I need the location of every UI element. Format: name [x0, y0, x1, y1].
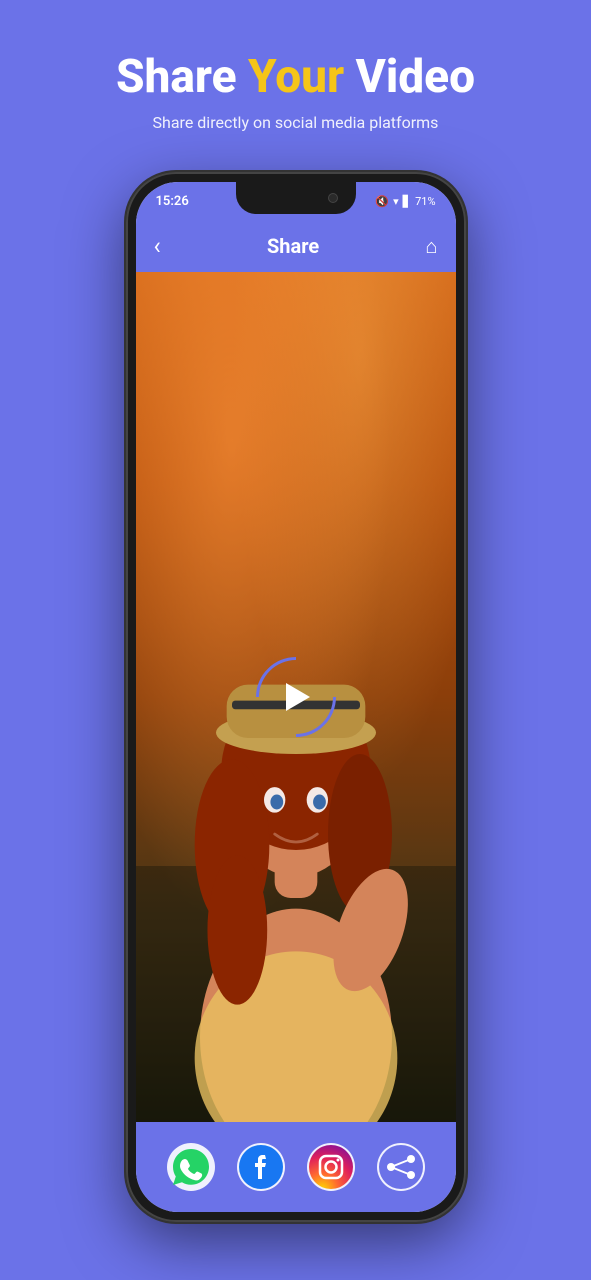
wifi-icon: ▾	[393, 195, 399, 208]
camera-dot	[328, 193, 338, 203]
page-title: Share Your Video	[116, 50, 475, 105]
instagram-icon	[305, 1141, 357, 1193]
whatsapp-icon: 💬	[165, 1141, 217, 1193]
battery-text: 71%	[415, 195, 435, 208]
status-bar: 15:26 🔇 ▾ ▋ 71%	[136, 182, 456, 220]
mute-icon: 🔇	[375, 195, 389, 208]
home-button[interactable]: ⌂	[425, 234, 437, 259]
status-icons: 🔇 ▾ ▋ 71%	[375, 195, 435, 208]
play-circle	[239, 641, 352, 754]
share-bar: 💬	[136, 1122, 456, 1212]
phone-mockup: 15:26 🔇 ▾ ▋ 71% ‹ Share ⌂	[126, 172, 466, 1222]
title-highlight: Your	[248, 50, 344, 104]
phone-frame: 15:26 🔇 ▾ ▋ 71% ‹ Share ⌂	[126, 172, 466, 1222]
general-share-button[interactable]	[371, 1137, 431, 1197]
facebook-share-button[interactable]	[231, 1137, 291, 1197]
whatsapp-share-button[interactable]: 💬	[161, 1137, 221, 1197]
app-bar-title: Share	[267, 234, 319, 258]
title-part1: Share	[116, 50, 248, 104]
phone-screen: 15:26 🔇 ▾ ▋ 71% ‹ Share ⌂	[136, 182, 456, 1212]
signal-icon: ▋	[403, 195, 411, 208]
instagram-share-button[interactable]	[301, 1137, 361, 1197]
title-part2: Video	[344, 50, 475, 104]
status-time: 15:26	[156, 194, 189, 209]
share-icon	[375, 1141, 427, 1193]
notch	[236, 182, 356, 214]
app-bar: ‹ Share ⌂	[136, 220, 456, 272]
header-section: Share Your Video Share directly on socia…	[116, 0, 475, 152]
play-button[interactable]	[256, 657, 336, 737]
subtitle: Share directly on social media platforms	[116, 113, 475, 132]
facebook-icon	[235, 1141, 287, 1193]
back-button[interactable]: ‹	[154, 232, 161, 260]
video-container[interactable]	[136, 272, 456, 1122]
